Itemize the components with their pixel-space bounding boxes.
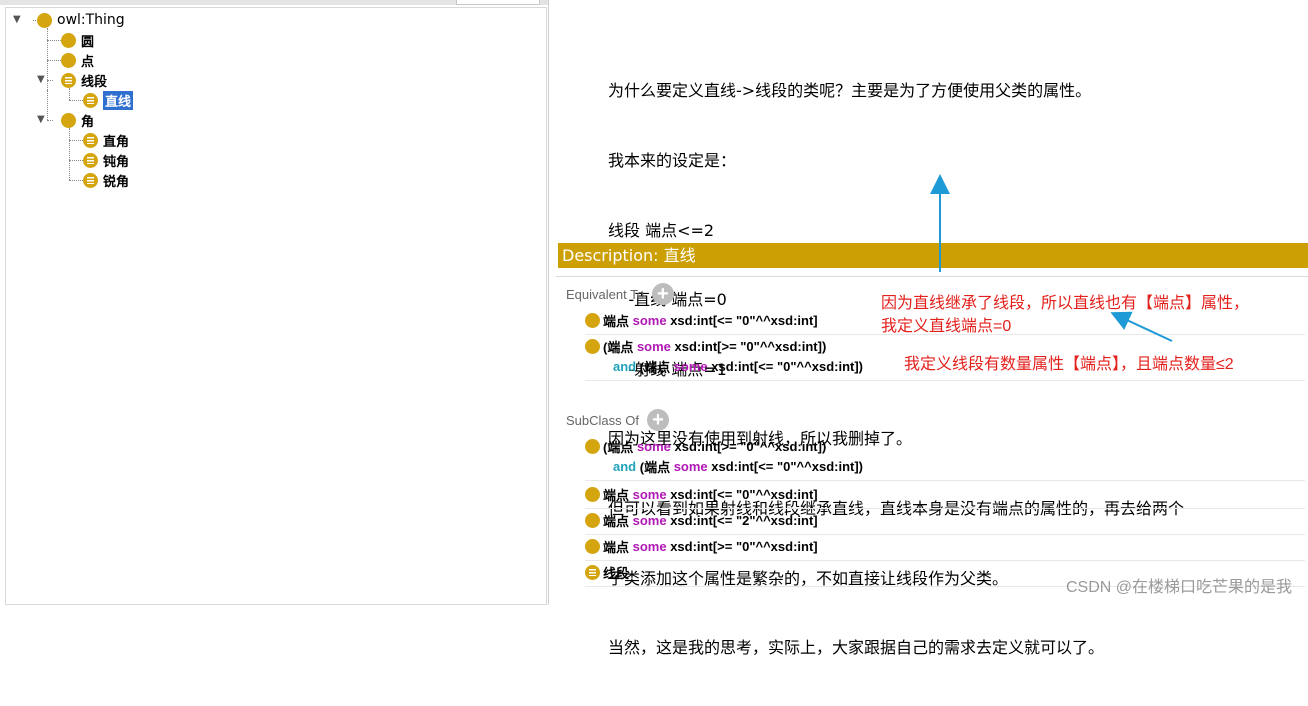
- note-line: 为什么要定义直线->线段的类呢？主要是为了方便使用父类的属性。: [608, 81, 1092, 101]
- tree-node-point[interactable]: 点: [61, 50, 94, 70]
- tree-node-owl-thing[interactable]: owl:Thing: [37, 10, 125, 30]
- subclass-axiom[interactable]: 端点 some xsd:int[>= "0"^^xsd:int]: [585, 536, 1305, 561]
- axiom-text: xsd:int[>= "0"^^xsd:int]: [666, 538, 818, 554]
- defined-class-icon: [83, 132, 98, 148]
- section-title-label: SubClass Of: [566, 412, 639, 428]
- tree-connector: [69, 100, 83, 101]
- tree-connector: [47, 120, 53, 121]
- subclass-axiom[interactable]: 端点 some xsd:int[<= "2"^^xsd:int]: [585, 510, 1305, 535]
- tree-connector: [69, 180, 83, 181]
- defined-class-icon: [83, 172, 98, 188]
- class-icon: [585, 512, 600, 528]
- class-icon: [585, 538, 600, 554]
- tree-node-label: 点: [81, 54, 95, 70]
- axiom-text: (端点: [636, 359, 674, 375]
- tree-node-label: 直角: [103, 134, 130, 150]
- description-header: Description: 直线: [558, 243, 1308, 268]
- equivalent-to-section-title: Equivalent To +: [566, 283, 674, 305]
- defined-class-icon: [83, 92, 98, 108]
- subclass-axiom[interactable]: 端点 some xsd:int[<= "0"^^xsd:int]: [585, 484, 1305, 509]
- class-icon: [61, 52, 76, 68]
- panel-tab-stub[interactable]: [456, 0, 540, 5]
- tree-node-label: 角: [81, 114, 95, 130]
- axiom-text: (端点: [603, 339, 637, 355]
- tree-node-right-angle[interactable]: 直角: [83, 130, 129, 150]
- tree-node-label: owl:Thing: [57, 12, 125, 28]
- tree-connector: [47, 40, 61, 41]
- panel-top-strip: [0, 0, 548, 5]
- axiom-text: 端点: [603, 487, 633, 503]
- annotation-line: 我定义直线端点=0: [881, 318, 1012, 335]
- subclass-of-section-title: SubClass Of +: [566, 409, 669, 431]
- tree-connector: [47, 80, 53, 81]
- class-icon: [585, 486, 600, 502]
- defined-class-icon: [585, 564, 600, 580]
- tree-node-label: 锐角: [103, 174, 130, 190]
- class-icon: [585, 312, 600, 328]
- axiom-text: xsd:int[<= "0"^^xsd:int]): [707, 358, 864, 374]
- tree-connector: [47, 90, 48, 120]
- tree-node-circle[interactable]: 圆: [61, 30, 94, 50]
- annotation-line: 因为直线继承了线段，所以直线也有【端点】属性，: [881, 295, 1250, 312]
- note-line: 我本来的设定是：: [608, 151, 737, 171]
- keyword-some: some: [673, 358, 708, 374]
- tree-node-acute-angle[interactable]: 锐角: [83, 170, 129, 190]
- note-line: 当然，这是我的思考，实际上，大家跟据自己的需求去定义就可以了。: [608, 638, 1105, 658]
- tree-node-angle[interactable]: 角: [61, 110, 94, 130]
- tree-connector: [69, 160, 83, 161]
- collapse-toggle-icon[interactable]: ▼: [13, 14, 21, 25]
- add-equivalent-button[interactable]: +: [651, 283, 674, 305]
- tree-connector: [69, 128, 70, 180]
- axiom-text: xsd:int[<= "0"^^xsd:int]: [666, 486, 818, 502]
- keyword-and: and: [613, 458, 637, 474]
- keyword-and: and: [613, 358, 637, 374]
- axiom-text: xsd:int[<= "0"^^xsd:int]): [707, 458, 864, 474]
- collapse-toggle-icon[interactable]: ▼: [37, 114, 45, 125]
- class-icon: [61, 32, 76, 48]
- class-icon: [585, 438, 600, 454]
- tree-connector: [47, 60, 61, 61]
- axiom-text: 端点: [603, 513, 633, 529]
- tree-node-segment[interactable]: 线段: [61, 70, 107, 90]
- watermark: CSDN @在楼梯口吃芒果的是我: [1065, 579, 1292, 596]
- axiom-text: xsd:int[>= "0"^^xsd:int]): [670, 338, 827, 354]
- axiom-text: 线段: [603, 565, 630, 581]
- axiom-text: (端点: [603, 439, 637, 455]
- tree-connector: [69, 140, 83, 141]
- tree-node-label: 钝角: [103, 154, 130, 170]
- collapse-toggle-icon[interactable]: ▼: [37, 74, 45, 85]
- tree-node-obtuse-angle[interactable]: 钝角: [83, 150, 129, 170]
- axiom-text: (端点: [636, 459, 674, 475]
- axiom-text: xsd:int[>= "0"^^xsd:int]): [670, 438, 827, 454]
- class-icon: [585, 338, 600, 354]
- subclass-axiom[interactable]: (端点 some xsd:int[>= "0"^^xsd:int]) and (…: [585, 436, 1305, 481]
- axiom-text: 端点: [603, 313, 633, 329]
- class-description-panel: 为什么要定义直线->线段的类呢？主要是为了方便使用父类的属性。 我本来的设定是：…: [556, 0, 1308, 657]
- axiom-text: xsd:int[<= "0"^^xsd:int]: [666, 312, 818, 328]
- tree-node-label: 圆: [81, 34, 95, 50]
- class-icon: [37, 12, 52, 28]
- note-line: 线段 端点<=2: [608, 220, 715, 240]
- keyword-some: some: [636, 338, 671, 354]
- tree-node-label: 直线: [103, 90, 134, 110]
- axiom-text: 端点: [603, 539, 633, 555]
- class-icon: [61, 112, 76, 128]
- keyword-some: some: [636, 438, 671, 454]
- section-title-label: Equivalent To: [566, 286, 644, 302]
- description-title: Description: 直线: [562, 246, 696, 265]
- class-tree-container: ▼ owl:Thing 圆 点 ▼ 线段 直线 ▼ 角 直角 钝角 锐角: [5, 7, 547, 605]
- add-subclass-button[interactable]: +: [646, 409, 669, 431]
- keyword-some: some: [673, 458, 708, 474]
- axiom-text: xsd:int[<= "2"^^xsd:int]: [666, 512, 818, 528]
- keyword-some: some: [632, 538, 667, 554]
- keyword-some: some: [632, 312, 667, 328]
- class-hierarchy-panel: ▼ owl:Thing 圆 点 ▼ 线段 直线 ▼ 角 直角 钝角 锐角: [0, 0, 549, 605]
- keyword-some: some: [632, 486, 667, 502]
- defined-class-icon: [83, 152, 98, 168]
- tree-node-label: 线段: [81, 74, 108, 90]
- tree-node-line-selected[interactable]: 直线: [83, 90, 134, 110]
- defined-class-icon: [61, 72, 76, 88]
- annotation-line: 我定义线段有数量属性【端点】，且端点数量≤2: [904, 356, 1234, 373]
- keyword-some: some: [632, 512, 667, 528]
